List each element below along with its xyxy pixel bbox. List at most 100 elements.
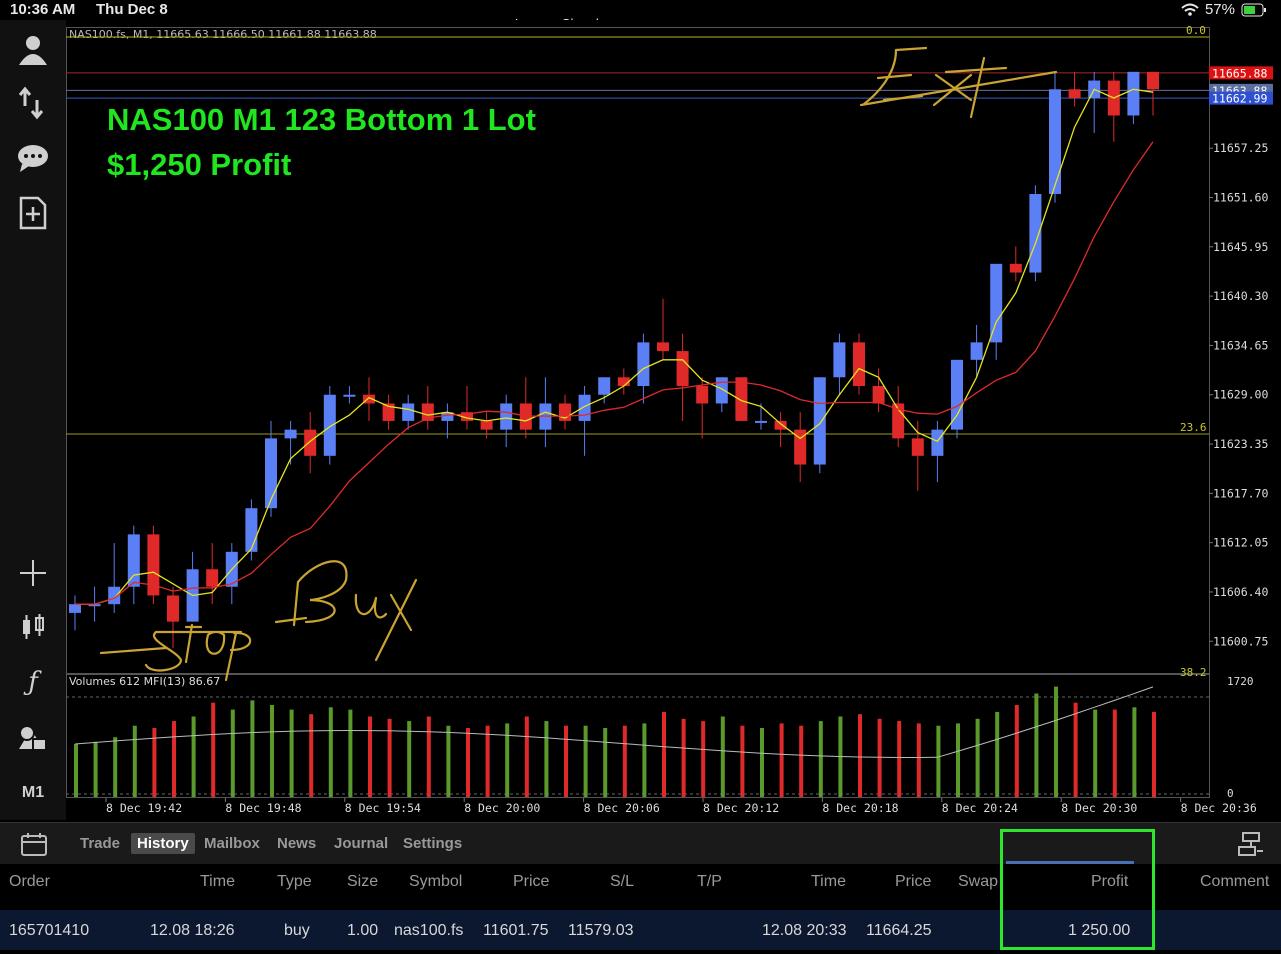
col-swap[interactable]: Swap (958, 873, 998, 891)
cell-order: 165701410 (9, 922, 90, 939)
volume-header: Volumes 612 MFI(13) 86.67 (69, 675, 220, 688)
ask-price-tag: 11665.88 (1212, 66, 1267, 80)
candle-body (69, 604, 81, 613)
volume-axis-bottom: 0 (1227, 787, 1234, 800)
candle-body (715, 377, 728, 404)
candle-body (970, 342, 983, 360)
volume-bar (583, 725, 588, 797)
candle-body (833, 342, 846, 378)
volume-bar (289, 709, 294, 797)
volume-bar (368, 716, 372, 797)
profit-highlight-box (1000, 829, 1155, 950)
layout-icon[interactable] (1237, 831, 1265, 862)
candle-body (1049, 89, 1061, 195)
price-tick-label: 11657.25 (1213, 141, 1268, 155)
volume-bar (407, 721, 412, 797)
col-close-time[interactable]: Time (811, 873, 846, 891)
volume-bar (936, 725, 941, 797)
volume-bar (916, 723, 921, 797)
timeframe-button[interactable]: M1 (10, 773, 56, 813)
volume-bar (93, 741, 98, 797)
cell-symbol: nas100.fs (394, 922, 464, 939)
candle-body (1127, 71, 1140, 116)
col-symbol[interactable]: Symbol (409, 873, 462, 891)
candle-body (774, 420, 787, 430)
volume-bar (622, 725, 627, 797)
chart-header-text: NAS100.fs, M1, 11665.63 11666.50 11661.8… (69, 28, 377, 41)
cell-close-price: 11664.25 (866, 922, 932, 939)
volume-bar (1152, 711, 1156, 797)
volume-bar (132, 725, 137, 797)
price-tick-label: 11612.05 (1213, 536, 1268, 550)
candle-body (931, 429, 944, 456)
volume-bar (172, 721, 176, 797)
col-type[interactable]: Type (277, 873, 312, 891)
price-tick-label: 11617.70 (1213, 486, 1268, 500)
objects-icon[interactable] (10, 718, 56, 758)
indicator-icon[interactable]: ƒ (10, 662, 56, 702)
volume-bar (760, 728, 764, 797)
tab-settings[interactable]: Settings (397, 833, 468, 854)
volume-bar (113, 737, 118, 797)
price-tick-label: 11634.65 (1213, 338, 1268, 352)
volume-bar (211, 702, 216, 797)
volume-bar (230, 709, 235, 797)
tab-history[interactable]: History (131, 833, 195, 854)
volume-bar (995, 711, 1000, 797)
time-tick-label: 8 Dec 19:54 (345, 801, 421, 815)
candle-body (1147, 71, 1159, 90)
col-comment[interactable]: Comment (1200, 873, 1269, 891)
candle-body (265, 438, 277, 509)
col-sl[interactable]: S/L (610, 873, 634, 891)
crosshair-icon[interactable] (10, 553, 56, 593)
tab-news[interactable]: News (271, 833, 322, 854)
trade-icon[interactable] (10, 83, 56, 123)
col-time[interactable]: Time (200, 873, 235, 891)
candle-body (1009, 263, 1022, 273)
col-order[interactable]: Order (9, 873, 50, 891)
calendar-icon[interactable] (20, 831, 48, 862)
price-tick-label: 11645.95 (1213, 240, 1268, 254)
volume-bar (701, 721, 706, 797)
fib-label-mid: 23.6 (1180, 421, 1207, 434)
candle-body (343, 394, 356, 397)
volume-bar (681, 718, 686, 797)
volume-bar (1014, 705, 1019, 797)
chart-type-icon[interactable] (10, 607, 56, 647)
time-tick-label: 8 Dec 20:24 (942, 801, 1018, 815)
volume-bar (564, 725, 568, 797)
volume-bar (524, 716, 529, 797)
candle-body (402, 403, 415, 421)
col-tp[interactable]: T/P (697, 873, 722, 891)
candle-body (304, 429, 317, 456)
candle-body (735, 377, 748, 421)
tab-trade[interactable]: Trade (74, 833, 126, 854)
col-price[interactable]: Price (513, 873, 549, 891)
volume-bar (348, 709, 353, 797)
chat-icon[interactable] (10, 138, 56, 178)
candle-body (813, 377, 826, 465)
volume-bar (897, 721, 902, 797)
candle-body (206, 569, 219, 587)
volume-bar (505, 723, 510, 797)
time-tick-label: 8 Dec 19:42 (106, 801, 182, 815)
volume-bar (799, 725, 804, 797)
tab-mailbox[interactable]: Mailbox (198, 833, 266, 854)
tab-journal[interactable]: Journal (328, 833, 394, 854)
battery-icon (1241, 3, 1266, 16)
col-close-price[interactable]: Price (895, 873, 931, 891)
cell-close-time: 12.08 20:33 (762, 922, 847, 939)
new-document-icon[interactable] (10, 193, 56, 233)
candle-body (480, 420, 493, 430)
volume-bar (877, 718, 882, 797)
candle-body (1068, 89, 1081, 99)
volume-bar (446, 725, 451, 797)
volume-bar (858, 714, 862, 797)
volume-bar (818, 721, 823, 797)
profile-icon[interactable] (10, 30, 56, 70)
volume-axis-top: 1720 (1227, 675, 1254, 688)
candle-body (1029, 194, 1042, 273)
col-size[interactable]: Size (347, 873, 378, 891)
candle-body (676, 351, 689, 387)
price-tick-label: 11623.35 (1213, 437, 1268, 451)
